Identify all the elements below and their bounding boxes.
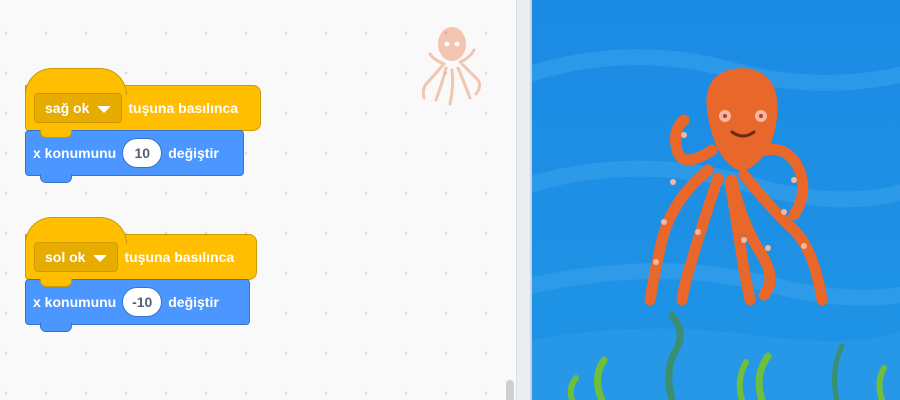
underwater-backdrop [532,0,900,400]
key-dropdown-label: sağ ok [45,100,90,116]
caret-down-icon [93,254,108,262]
x-change-input[interactable]: 10 [122,138,163,168]
when-key-pressed-hat-block[interactable]: sağ ok tuşuna basılınca [25,68,261,131]
change-x-prefix: x konumunu [33,294,117,310]
key-dropdown[interactable]: sol ok [34,242,119,272]
hat-block-cap [25,68,127,95]
change-x-suffix: değiştir [168,294,219,310]
hat-block-label: tuşuna basılınca [124,249,235,265]
change-x-by-block[interactable]: x konumunu 10 değiştir [25,130,244,183]
change-x-suffix: değiştir [168,145,219,161]
hat-block-label: tuşuna basılınca [128,100,239,116]
script-left-arrow: sol ok tuşuna basılınca x konumunu -10 d… [25,217,257,332]
change-x-prefix: x konumunu [33,145,117,161]
hat-block-cap [25,217,127,244]
change-x-by-block[interactable]: x konumunu -10 değiştir [25,279,250,332]
when-key-pressed-hat-block[interactable]: sol ok tuşuna basılınca [25,217,257,280]
stage[interactable] [530,0,900,400]
key-dropdown-label: sol ok [45,249,86,265]
octopus-sprite-icon [421,27,482,106]
script-right-arrow: sağ ok tuşuna basılınca x konumunu 10 de… [25,68,261,183]
caret-down-icon [97,105,112,113]
workspace-scrollbar[interactable] [506,380,514,400]
x-change-input[interactable]: -10 [122,287,163,317]
panel-divider [516,0,531,400]
key-dropdown[interactable]: sağ ok [34,93,123,123]
code-workspace[interactable]: sağ ok tuşuna basılınca x konumunu 10 de… [0,0,516,400]
